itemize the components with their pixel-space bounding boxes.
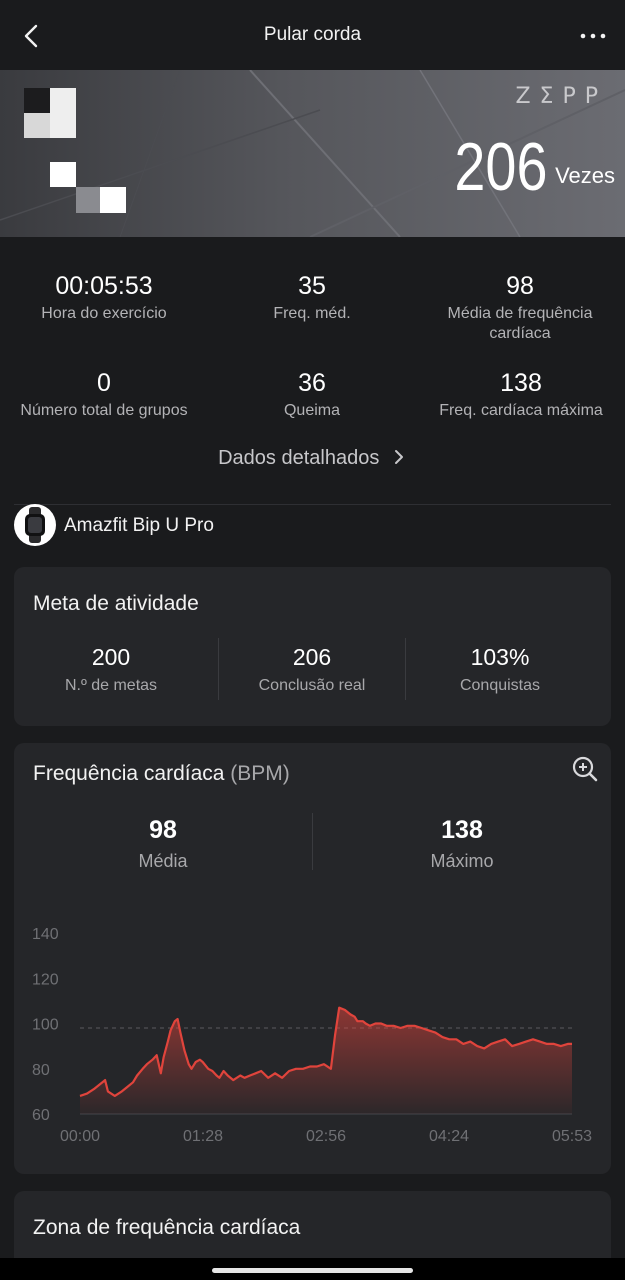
x-tick-label: 02:56 xyxy=(306,1128,346,1145)
x-tick-label: 05:53 xyxy=(552,1128,592,1145)
avatar-pixel xyxy=(24,88,50,113)
home-indicator[interactable] xyxy=(212,1268,413,1273)
stat-total-groups: 0 Número total de grupos xyxy=(0,368,208,421)
stat-label: Média de frequência cardíaca xyxy=(447,305,593,342)
y-tick-label: 100 xyxy=(32,1017,59,1034)
avatar-pixel xyxy=(50,88,76,138)
stat-label: Queima xyxy=(283,402,341,419)
stat-value: 0 xyxy=(97,369,111,397)
heart-rate-area xyxy=(80,1007,572,1114)
stat-value: 36 xyxy=(298,369,326,397)
card-title: Zona de frequência cardíaca xyxy=(33,1216,301,1239)
heart-rate-card: Frequência cardíaca (BPM) 98 Média 138 M… xyxy=(14,743,611,1174)
stat-label: Freq. méd. xyxy=(273,305,351,322)
detailed-data-label: Dados detalhados xyxy=(218,447,380,469)
detailed-data-link[interactable]: Dados detalhados xyxy=(0,447,625,470)
x-tick-label: 01:28 xyxy=(183,1128,223,1145)
top-bar: Pular corda xyxy=(0,0,625,70)
more-button[interactable] xyxy=(575,18,611,54)
stat-max-heart-rate: 138 Freq. cardíaca máxima xyxy=(417,368,625,421)
goal-label: Conclusão real xyxy=(258,677,366,694)
stat-avg-frequency: 35 Freq. méd. xyxy=(208,271,416,324)
activity-goal-card: Meta de atividade 200 N.º de metas 206 C… xyxy=(14,567,611,726)
goal-value: 103% xyxy=(470,644,530,670)
avatar-pixel xyxy=(24,113,50,138)
stat-label: Número total de grupos xyxy=(20,402,188,419)
stat-value: 35 xyxy=(298,272,326,300)
chevron-right-icon xyxy=(394,450,403,464)
stat-label: Freq. cardíaca máxima xyxy=(439,402,603,419)
goal-achievement: 103% Conquistas xyxy=(405,643,595,695)
avatar-pixel xyxy=(100,187,126,213)
x-tick-label: 00:00 xyxy=(60,1128,100,1145)
jump-count: 206 xyxy=(453,129,547,205)
y-tick-label: 80 xyxy=(32,1062,50,1079)
stat-value: 00:05:53 xyxy=(55,272,153,300)
heart-rate-chart: 60 80 100 120 140 00:00 01:28 02:56 04:24 05:53 xyxy=(32,926,592,1145)
y-tick-label: 140 xyxy=(32,926,59,943)
avatar-pixel xyxy=(76,187,100,213)
watch-icon xyxy=(25,507,45,543)
stat-avg-heart-rate: 98 Média de frequência cardíaca xyxy=(417,271,623,344)
card-title: Meta de atividade xyxy=(33,592,199,615)
goal-count: 200 N.º de metas xyxy=(16,643,206,695)
device-row[interactable]: Amazfit Bip U Pro xyxy=(14,504,611,548)
stat-value: 138 xyxy=(500,369,542,397)
stat-label: Hora do exercício xyxy=(41,305,167,322)
goal-actual: 206 Conclusão real xyxy=(217,643,407,695)
avatar-pixel xyxy=(50,162,76,187)
more-horizontal-icon xyxy=(580,33,606,39)
stat-exercise-time: 00:05:53 Hora do exercício xyxy=(0,271,208,324)
goal-label: Conquistas xyxy=(459,677,541,694)
page-title: Pular corda xyxy=(263,24,362,45)
brand-logo: ZΣPP xyxy=(515,84,607,109)
device-name: Amazfit Bip U Pro xyxy=(64,515,214,536)
y-tick-label: 60 xyxy=(32,1107,50,1124)
goal-value: 206 xyxy=(292,644,332,670)
goal-value: 200 xyxy=(91,644,131,670)
stat-calories: 36 Queima xyxy=(208,368,416,421)
device-avatar xyxy=(14,504,56,546)
goal-label: N.º de metas xyxy=(64,677,158,694)
workout-banner: ZΣPP 206 Vezes xyxy=(0,70,625,237)
y-tick-label: 120 xyxy=(32,971,59,988)
jump-count-unit: Vezes xyxy=(555,163,615,188)
stat-value: 98 xyxy=(506,272,534,300)
x-tick-label: 04:24 xyxy=(429,1128,469,1145)
